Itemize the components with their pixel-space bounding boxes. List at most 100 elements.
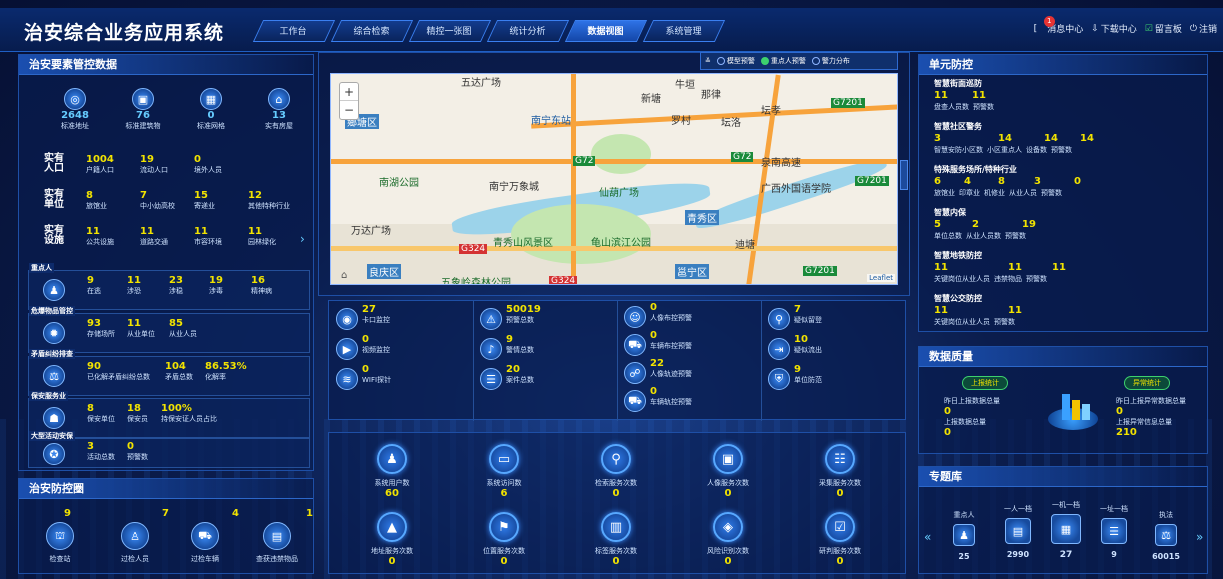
topic-item[interactable]: 一址一档 ☰ 9 bbox=[1092, 504, 1136, 559]
monitor-item[interactable]: ⚠ 50019 预警总数 bbox=[480, 304, 610, 334]
unit-section[interactable]: 特殊服务场所/特种行业 64830 旅馆业 印章业 机修业 从业人员 预警数 bbox=[934, 164, 1204, 198]
events-row[interactable]: 大型活动安保 ✪ 3 活动总数 0 预警数 bbox=[28, 431, 310, 468]
report-stat-tag[interactable]: 上报统计 bbox=[962, 376, 1008, 390]
topic-item[interactable]: 执法 ⚖ 60015 bbox=[1144, 510, 1188, 561]
monitor-item[interactable]: ☰ 20 案件总数 bbox=[480, 364, 610, 394]
stat-grid[interactable]: ▦ 0 标准网格 bbox=[186, 88, 236, 131]
checkpoint-title: 治安防控圈 bbox=[19, 479, 313, 499]
service-item[interactable]: ⚲ 检索服务次数 0 bbox=[566, 444, 666, 499]
monitor-item[interactable]: ⛨ 9 单位防范 bbox=[768, 364, 898, 394]
power-icon: ⏻ bbox=[1189, 23, 1197, 34]
topic-item[interactable]: 一人一档 ▤ 2990 bbox=[996, 504, 1040, 559]
unit-section[interactable]: 智慧社区警务 3 14 14 14 智慧安防小区数 小区重点人 设备数 预警数 bbox=[934, 121, 1204, 155]
stat-house[interactable]: ⌂ 13 实有房屋 bbox=[254, 88, 304, 131]
expand-arrow-icon[interactable]: › bbox=[300, 232, 305, 246]
exit-icon: ⇥ bbox=[768, 338, 790, 360]
location-icon: ◎ bbox=[64, 88, 86, 110]
top-right-tools: [ 1 消息中心 ⇩ 下载中心 ☑ 留言板 ⏻ 注销 bbox=[1033, 16, 1217, 36]
grid-icon: ▦ bbox=[200, 88, 222, 110]
monitor-col-3: ☺ 0 人像布控预警 ⛟ 0 车辆布控预警 ☍ 22 人像轨迹预警 ⛟ 0 车辆轨控预警 bbox=[624, 302, 754, 414]
monitor-item[interactable]: ⛟ 0 车辆布控预警 bbox=[624, 330, 754, 358]
service-item[interactable]: ◈ 风险识别次数 0 bbox=[678, 512, 778, 567]
collapse-icon[interactable]: ≚ bbox=[705, 57, 711, 65]
monitor-item[interactable]: ⛟ 0 车辆轨控预警 bbox=[624, 386, 754, 414]
tab-search[interactable]: 综合检索 bbox=[330, 20, 414, 42]
home-icon[interactable]: ⌂ bbox=[341, 270, 347, 281]
unit-section[interactable]: 智慧街面巡防 11 11 盘查人员数 预警数 bbox=[934, 78, 1204, 112]
service-item[interactable]: ▲ 地址服务次数 0 bbox=[342, 512, 442, 567]
monitor-item[interactable]: ♪ 9 警情总数 bbox=[480, 334, 610, 364]
face-icon: ☺ bbox=[624, 306, 646, 328]
tab-statistics[interactable]: 统计分析 bbox=[486, 20, 570, 42]
monitor-item[interactable]: ☺ 0 人像布控预警 bbox=[624, 302, 754, 330]
checkpoint-persons[interactable]: 7 ♙ 过检人员 bbox=[100, 508, 170, 564]
user-icon: ♟ bbox=[377, 444, 407, 474]
analysis-icon: ☑ bbox=[825, 512, 855, 542]
map-view[interactable]: 五达广场 南宁东站 那律 坛孝 新塘 罗村 坛洛 鄉塘区 南宁万象城 仙葫广场 … bbox=[330, 73, 898, 285]
monitor-item[interactable]: ☍ 22 人像轨迹预警 bbox=[624, 358, 754, 386]
stay-icon: ⚲ bbox=[768, 308, 790, 330]
car-track-icon: ⛟ bbox=[624, 390, 646, 412]
dangerous-goods-row[interactable]: 危爆物品管控 ✹ 93 存储场所 11 从业单位 85 从业人员 bbox=[28, 306, 310, 353]
service-item[interactable]: ☷ 采集服务次数 0 bbox=[790, 444, 890, 499]
radio-icon bbox=[811, 57, 820, 65]
flame-icon: ✹ bbox=[43, 322, 65, 344]
layer-person-warning[interactable]: 重点人预警 bbox=[760, 56, 806, 66]
monitor-item[interactable]: ≋ 0 WIFI探针 bbox=[336, 364, 466, 394]
logout-link[interactable]: ⏻ 注销 bbox=[1189, 22, 1217, 36]
monitor-item[interactable]: ▶ 0 视频监控 bbox=[336, 334, 466, 364]
message-center-link[interactable]: [ 1 消息中心 bbox=[1033, 16, 1083, 35]
bracket-icon: [ bbox=[1033, 23, 1038, 34]
unit-section[interactable]: 智慧地铁防控 11 11 11 关键岗位从业人员 违禁物品 预警数 bbox=[934, 250, 1204, 284]
layer-police-distribution[interactable]: 警力分布 bbox=[811, 56, 850, 66]
tab-workbench[interactable]: 工作台 bbox=[252, 20, 336, 42]
zoom-out-button[interactable]: − bbox=[340, 101, 358, 119]
stat-building[interactable]: ▣ 76 标准建筑物 bbox=[118, 88, 168, 131]
tab-map[interactable]: 精控一张图 bbox=[408, 20, 492, 42]
service-item[interactable]: ▣ 人像服务次数 0 bbox=[678, 444, 778, 499]
monitor-icon: ▭ bbox=[489, 444, 519, 474]
message-board-link[interactable]: ☑ 留言板 bbox=[1145, 22, 1182, 36]
key-persons-row[interactable]: 重点人 ♟ 9 在逃 11 涉恐 23 涉稳 19 涉毒 16 精神病 bbox=[28, 263, 310, 310]
portrait-icon: ▣ bbox=[713, 444, 743, 474]
quality-right: 昨日上报异常数据总量 0 上报异常信息总量 210 bbox=[1116, 397, 1186, 438]
abnormal-stat-tag[interactable]: 异常统计 bbox=[1124, 376, 1170, 390]
unit-section[interactable]: 智慧公交防控 11 11 关键岗位从业人员 预警数 bbox=[934, 293, 1204, 327]
topic-item[interactable]: 重点人 ♟ 25 bbox=[944, 510, 984, 561]
bell-icon: ♪ bbox=[480, 338, 502, 360]
monitor-col-2: ⚠ 50019 预警总数 ♪ 9 警情总数 ☰ 20 案件总数 bbox=[480, 304, 610, 394]
monitor-item[interactable]: ⇥ 10 疑似流出 bbox=[768, 334, 898, 364]
download-center-link[interactable]: ⇩ 下载中心 bbox=[1091, 22, 1137, 36]
map-attribution[interactable]: Leaflet bbox=[867, 274, 895, 282]
service-item[interactable]: ♟ 系统用户数 60 bbox=[342, 444, 442, 499]
topics-prev-button[interactable]: « bbox=[924, 530, 931, 544]
quality-left: 昨日上报数据总量 0 上报数据总量 0 bbox=[944, 397, 1000, 438]
checkpoint-contraband[interactable]: 1 ▤ 查获违禁物品 bbox=[240, 508, 314, 564]
layer-toggle-bar: ≚ 模型预警 重点人预警 警力分布 bbox=[700, 52, 898, 70]
tab-data-view[interactable]: 数据视图 bbox=[564, 20, 648, 42]
handshake-icon: ⚖ bbox=[43, 365, 65, 387]
unit-section[interactable]: 智慧内保 5 2 19 单位总数 从业人员数 预警数 bbox=[934, 207, 1204, 241]
disputes-row[interactable]: 矛盾纠纷排查 ⚖ 90 已化解矛盾纠纷总数 104 矛盾总数 86.53% 化解率 bbox=[28, 349, 310, 396]
element-icons-row: ◎ 2648 标准地址 ▣ 76 标准建筑物 ▦ 0 标准网格 ⌂ 13 实有房… bbox=[38, 88, 298, 144]
topics-next-button[interactable]: » bbox=[1196, 530, 1203, 544]
map-side-handle[interactable] bbox=[900, 160, 908, 190]
service-item[interactable]: ⚑ 位置服务次数 0 bbox=[454, 512, 554, 567]
monitor-item[interactable]: ◉ 27 卡口监控 bbox=[336, 304, 466, 334]
stat-address[interactable]: ◎ 2648 标准地址 bbox=[50, 88, 100, 131]
checkpoint-vehicles[interactable]: 4 ⛟ 过检车辆 bbox=[170, 508, 240, 564]
tab-system[interactable]: 系统管理 bbox=[642, 20, 726, 42]
message-badge: 1 bbox=[1043, 16, 1055, 27]
checkpoint-station[interactable]: 9 ⛫ 检查站 bbox=[30, 508, 90, 564]
service-item[interactable]: ▭ 系统访问数 6 bbox=[454, 444, 554, 499]
zoom-in-button[interactable]: + bbox=[340, 83, 358, 101]
units-row: 实有 单位 8 旅馆业 7 中小幼高校 15 寄递业 12 其他特种行业 bbox=[44, 189, 290, 211]
service-item[interactable]: ▥ 标签服务次数 0 bbox=[566, 512, 666, 567]
layer-model-warning[interactable]: 模型预警 bbox=[716, 56, 755, 66]
station-icon: ⛫ bbox=[46, 522, 74, 550]
monitor-item[interactable]: ⚲ 7 疑似留登 bbox=[768, 304, 898, 334]
topic-item[interactable]: 一机一档 ▦ 27 bbox=[1042, 500, 1090, 560]
service-item[interactable]: ☑ 研判服务次数 0 bbox=[790, 512, 890, 567]
tag-icon: ◈ bbox=[713, 512, 743, 542]
vehicle-icon: ⛟ bbox=[624, 334, 646, 356]
